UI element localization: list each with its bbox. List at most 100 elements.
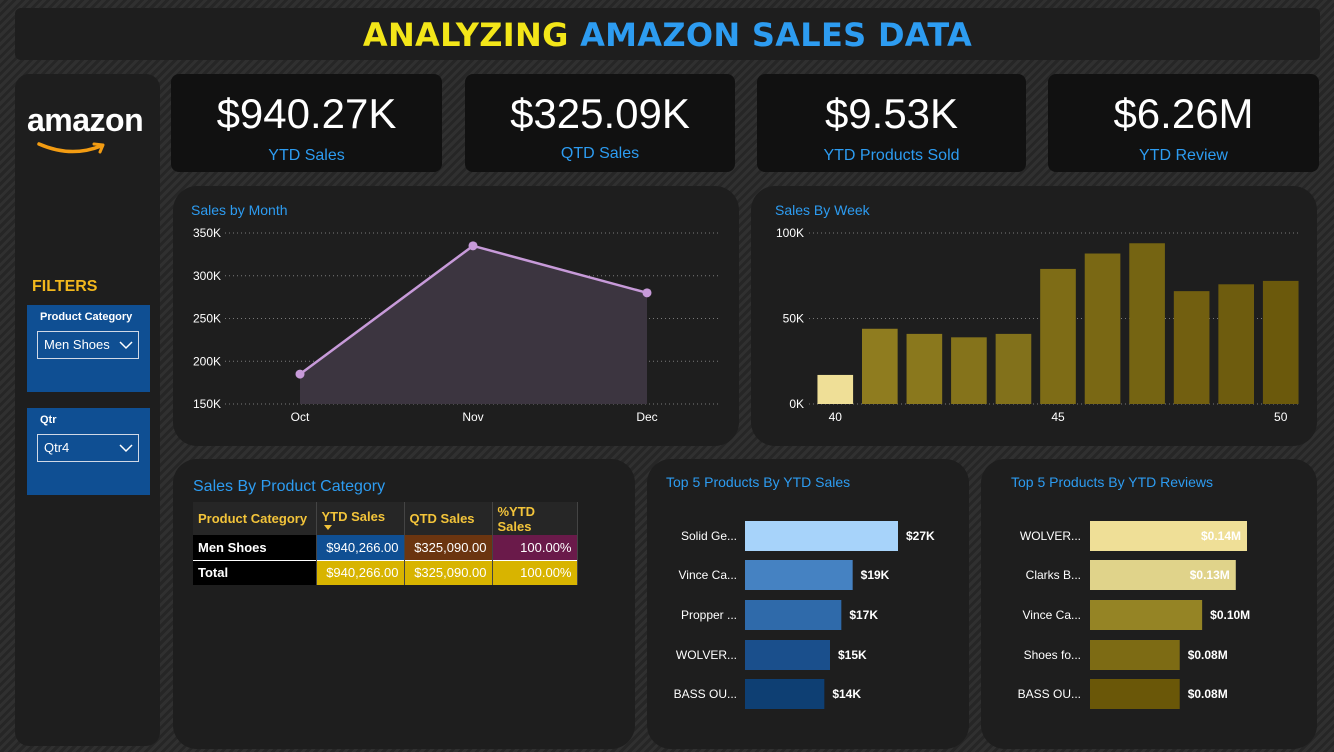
- amazon-smile-icon: [37, 142, 105, 154]
- category-label: WOLVER...: [676, 648, 737, 662]
- kpi-value: $9.53K: [824, 90, 959, 137]
- bar: [1090, 679, 1180, 709]
- bar: [1129, 243, 1165, 404]
- category-label: Vince Ca...: [1023, 608, 1081, 622]
- table-cell: 100.00%: [492, 535, 578, 560]
- y-tick-label: 50K: [783, 312, 804, 326]
- top5-ytd-reviews-card: Top 5 Products By YTD Reviews WOLVER... $…: [981, 459, 1317, 749]
- bar: [745, 640, 830, 670]
- category-label: Propper ...: [681, 608, 737, 622]
- logo-text: amazon: [27, 102, 144, 138]
- kpi-label: YTD Review: [1139, 147, 1228, 164]
- y-tick-label: 100K: [776, 226, 804, 240]
- kpi-card-qtd-sales: $325.09K QTD Sales: [465, 74, 735, 172]
- dropdown-value: Qtr4: [44, 440, 70, 455]
- filters-label: FILTERS: [32, 278, 98, 295]
- kpi-label: YTD Products Sold: [823, 147, 960, 164]
- data-label: $17K: [849, 608, 878, 622]
- kpi-card-ytd-sales: $940.27K YTD Sales: [171, 74, 442, 172]
- sidebar: amazon FILTERS Product Category Men Shoe…: [15, 74, 160, 746]
- chevron-down-icon: [119, 444, 133, 453]
- y-tick-label: 350K: [193, 226, 221, 240]
- bar: [1090, 600, 1203, 630]
- top5-ytd-sales-chart: Solid Ge... $27K Vince Ca... $19K Propper ..…: [674, 521, 935, 709]
- bar: [1040, 268, 1076, 404]
- data-label: $15K: [838, 648, 867, 662]
- title-part-1: ANALYZING: [362, 16, 569, 54]
- data-label: $0.10M: [1210, 608, 1250, 622]
- kpi-value: $6.26M: [1113, 90, 1254, 137]
- amazon-logo: amazon: [27, 102, 152, 162]
- bar: [745, 560, 853, 590]
- kpi-label: QTD Sales: [560, 145, 640, 162]
- bar: [1084, 253, 1121, 404]
- x-tick-label: Oct: [291, 410, 310, 424]
- x-tick-label: Nov: [462, 410, 483, 424]
- category-label: Solid Ge...: [681, 529, 737, 543]
- bar: [1090, 640, 1180, 670]
- data-point: [295, 369, 305, 379]
- title-part-2: AMAZON SALES DATA: [580, 16, 973, 54]
- bar: [745, 521, 898, 551]
- sort-descending-icon: [323, 525, 332, 530]
- column-header-qtd-sales[interactable]: QTD Sales: [404, 502, 493, 535]
- kpi-value: $325.09K: [510, 90, 690, 137]
- column-header-ytd-percent[interactable]: %YTD Sales: [492, 502, 578, 535]
- data-label: $0.14M: [1201, 529, 1241, 543]
- table-cell: $325,090.00: [404, 535, 493, 560]
- table-cell: Total: [193, 559, 317, 585]
- top5-ytd-reviews-chart: WOLVER... $0.14M Clarks B... $0.13M Vince Ca…: [1018, 521, 1250, 709]
- sales-by-month-card: Sales by Month 150K 200K 250K 300K 350K Oct No…: [173, 186, 739, 446]
- y-tick-label: 300K: [193, 269, 221, 283]
- bar: [817, 374, 854, 404]
- table-cell: $940,266.00: [316, 559, 405, 585]
- column-header-label: YTD Sales: [321, 509, 386, 524]
- table-cell: $325,090.00: [404, 559, 493, 585]
- filter-qtr: Qtr Qtr4: [27, 408, 150, 495]
- bar: [862, 328, 898, 404]
- table-row[interactable]: Men Shoes $940,266.00 $325,090.00 100.00…: [193, 535, 578, 560]
- bar: [951, 337, 987, 404]
- dropdown-value: Men Shoes: [44, 337, 110, 352]
- kpi-card-ytd-products-sold: $9.53K YTD Products Sold: [757, 74, 1026, 172]
- x-tick-label: Dec: [636, 410, 657, 424]
- bar: [906, 333, 943, 404]
- kpi-label: YTD Sales: [268, 147, 345, 164]
- data-label: $0.13M: [1190, 568, 1230, 582]
- category-label: Shoes fo...: [1024, 648, 1081, 662]
- category-label: WOLVER...: [1020, 529, 1081, 543]
- data-label: $14K: [832, 687, 861, 701]
- column-header-product-category[interactable]: Product Category: [193, 502, 317, 535]
- kpi-value: $940.27K: [216, 90, 397, 137]
- page-title: ANALYZING AMAZON SALES DATA: [15, 8, 1320, 63]
- category-label: BASS OU...: [1018, 687, 1081, 701]
- filter-label: Qtr: [40, 414, 57, 426]
- table-cell: 100.00%: [492, 559, 578, 585]
- category-label: BASS OU...: [674, 687, 737, 701]
- data-point: [468, 241, 478, 251]
- product-category-dropdown[interactable]: Men Shoes: [37, 331, 139, 359]
- category-table: Product Category YTD Sales QTD Sales %YT…: [193, 502, 578, 585]
- bar: [995, 333, 1032, 404]
- x-tick-label: 40: [829, 410, 843, 424]
- bar: [1173, 291, 1210, 404]
- kpi-card-ytd-review: $6.26M YTD Review: [1048, 74, 1319, 172]
- chevron-down-icon: [119, 341, 133, 350]
- filter-product-category: Product Category Men Shoes: [27, 305, 150, 392]
- data-label: $0.08M: [1188, 648, 1228, 662]
- column-header-ytd-sales[interactable]: YTD Sales: [316, 502, 405, 535]
- y-tick-label: 200K: [193, 354, 221, 368]
- y-tick-label: 0K: [789, 397, 804, 411]
- filter-label: Product Category: [40, 311, 133, 323]
- sales-by-category-card: Sales By Product Category Product Catego…: [173, 459, 635, 749]
- sales-by-week-chart: 0K 50K 100K 40 45 50: [776, 226, 1301, 424]
- table-cell: Men Shoes: [193, 535, 317, 560]
- x-tick-label: 50: [1274, 410, 1288, 424]
- table-total-row: Total $940,266.00 $325,090.00 100.00%: [193, 559, 578, 585]
- bar: [745, 600, 842, 630]
- data-label: $19K: [861, 568, 890, 582]
- data-label: $27K: [906, 529, 935, 543]
- qtr-dropdown[interactable]: Qtr4: [37, 434, 139, 462]
- table-cell: $940,266.00: [316, 535, 405, 560]
- x-tick-label: 45: [1051, 410, 1065, 424]
